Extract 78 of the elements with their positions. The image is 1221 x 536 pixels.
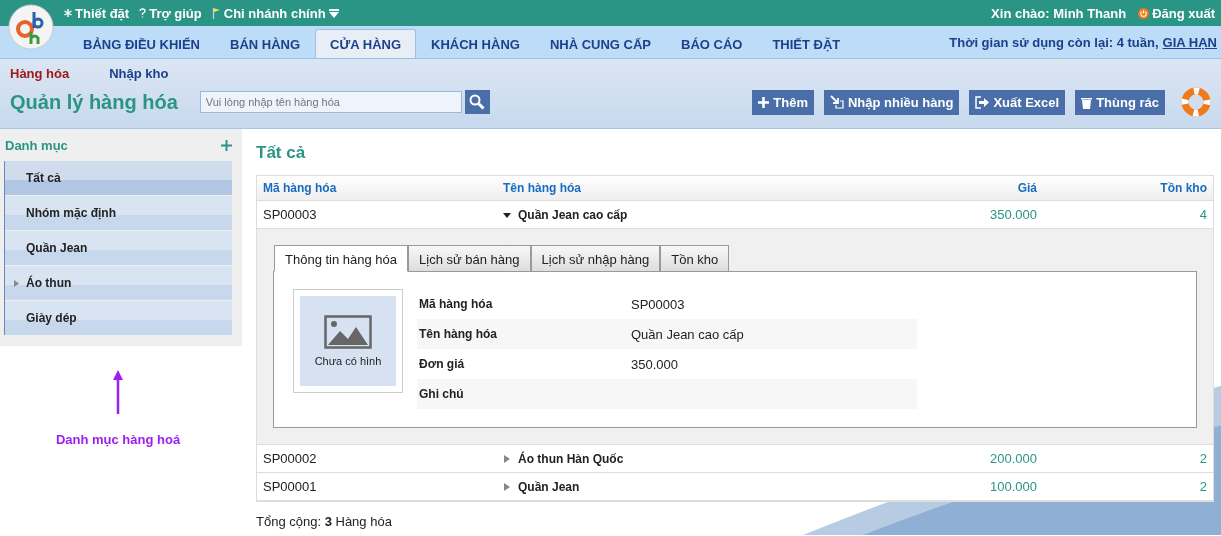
top-link[interactable]: Trợ giúp	[139, 5, 202, 21]
export-icon	[975, 95, 990, 109]
sidebar-title: Danh mục	[5, 138, 68, 153]
nav-tab[interactable]: CỬA HÀNG	[315, 29, 417, 58]
toolbar-button[interactable]: Xuất Excel	[969, 89, 1066, 115]
table-cell-text: 2	[1198, 479, 1207, 494]
table-cell-text: SP00001	[263, 479, 318, 494]
nav-tab[interactable]: BÁN HÀNG	[215, 29, 316, 58]
column-header[interactable]: Mã hàng hóa	[263, 181, 503, 195]
column-header[interactable]: Giá	[837, 181, 1037, 195]
table-cell-text: 350.000	[989, 207, 1037, 222]
usage-text: Thời gian sử dụng còn lại: 4 tuần,	[949, 34, 1159, 50]
category-item[interactable]: Giày dép	[5, 301, 232, 335]
plus-icon	[758, 96, 770, 108]
lifebuoy-icon[interactable]	[1181, 87, 1211, 117]
field-label: Mã hàng hóa	[419, 297, 494, 311]
toolbar-button[interactable]: Thêm	[752, 89, 814, 115]
power-icon	[1138, 7, 1150, 19]
column-header[interactable]: Tên hàng hóa	[503, 181, 837, 195]
expand-icon[interactable]	[503, 454, 511, 463]
table-cell-text: SP00003	[263, 207, 318, 222]
table-cell-text: SP00002	[263, 451, 318, 466]
renew-link[interactable]: GIA HẠN	[1162, 34, 1217, 50]
nav-tab[interactable]: NHÀ CUNG CẤP	[534, 29, 666, 58]
trash-icon	[1081, 95, 1093, 109]
table-cell-text: 2	[1198, 451, 1207, 466]
top-link[interactable]: Chi nhánh chính	[211, 5, 339, 21]
table-cell: Quần Jean	[518, 479, 580, 494]
dropdown-icon	[328, 8, 339, 18]
category-item[interactable]: Quần Jean	[5, 231, 232, 265]
logout-link[interactable]: Đăng xuất	[1138, 5, 1215, 21]
category-item[interactable]: Nhóm mặc định	[5, 196, 232, 230]
search-button[interactable]	[464, 90, 490, 114]
top-link[interactable]: Thiết đặt	[64, 5, 130, 21]
import-icon	[829, 95, 844, 109]
expand-icon[interactable]	[503, 482, 511, 491]
add-icon[interactable]	[221, 140, 232, 151]
greeting-text: Xin chào: Minh Thanh	[991, 5, 1127, 21]
detail-tab[interactable]: Tồn kho	[660, 245, 730, 272]
field-label: Đơn giá	[419, 357, 466, 371]
nav-tab[interactable]: KHÁCH HÀNG	[416, 29, 535, 58]
toolbar-button[interactable]: Nhập nhiều hàng	[823, 89, 960, 115]
nav-tab[interactable]: BẢNG ĐIỀU KHIỂN	[68, 29, 215, 58]
toolbar-button[interactable]: Thùng rác	[1075, 89, 1165, 115]
field-value: 350.000	[631, 356, 678, 372]
field-value: SP00003	[631, 296, 685, 312]
table-cell: Áo thun Hàn Quốc	[518, 451, 624, 466]
collapse-icon[interactable]	[503, 210, 511, 219]
table-cell-text: 4	[1198, 207, 1207, 222]
image-icon	[324, 315, 372, 349]
category-item[interactable]: Áo thun	[5, 266, 232, 300]
sub-tab[interactable]: Nhập kho	[109, 66, 169, 81]
page-title: Quản lý hàng hóa	[10, 90, 178, 114]
column-header[interactable]: Tồn kho	[1037, 181, 1207, 195]
asterisk-icon	[64, 9, 72, 17]
table-cell-text: 100.000	[989, 479, 1037, 494]
expand-icon[interactable]	[14, 279, 19, 287]
detail-tab[interactable]: Thông tin hàng hóa	[274, 245, 409, 272]
nav-tab[interactable]: BÁO CÁO	[666, 29, 758, 58]
field-label: Tên hàng hóa	[419, 327, 498, 341]
search-icon	[469, 94, 486, 110]
flag-icon	[211, 7, 221, 19]
search-field[interactable]: Vui lòng nhập tên hàng hóa	[199, 91, 462, 113]
table-cell: Quần Jean cao cấp	[518, 207, 628, 222]
total-text: Tổng cộng: 3 Hàng hóa	[256, 514, 393, 529]
annotation-text: Danh mục hàng hoá	[55, 432, 181, 447]
content-heading: Tất cả	[256, 143, 307, 163]
detail-tab[interactable]: Lịch sử bán hàng	[408, 245, 531, 272]
field-value: Quần Jean cao cấp	[631, 326, 744, 342]
category-item[interactable]: Tất cả	[5, 161, 232, 195]
sub-tab[interactable]: Hàng hóa	[10, 66, 70, 81]
nav-tab[interactable]: THIẾT ĐẶT	[757, 29, 856, 58]
question-icon	[139, 8, 147, 18]
image-label: Chưa có hình	[314, 355, 382, 367]
detail-tab[interactable]: Lịch sử nhập hàng	[530, 245, 661, 272]
annotation-arrow	[113, 370, 123, 414]
table-cell-text: 200.000	[989, 451, 1037, 466]
field-label: Ghi chú	[419, 387, 465, 401]
